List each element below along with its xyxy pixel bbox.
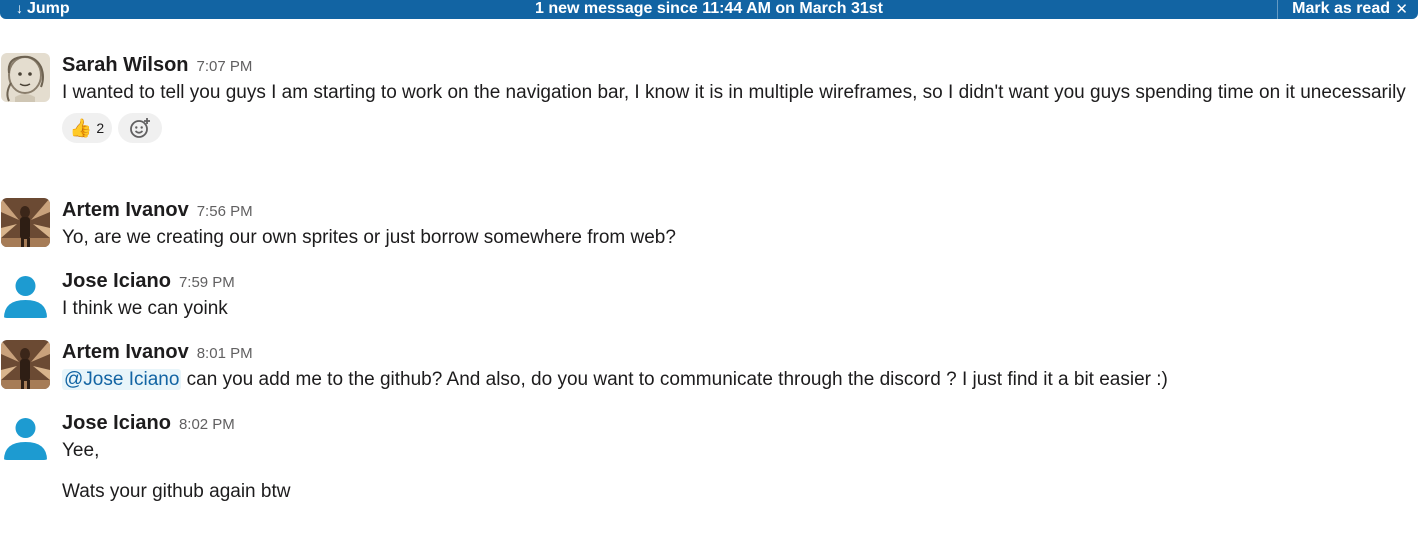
- close-icon[interactable]: ✕: [1395, 1, 1408, 18]
- message-body: Artem Ivanov 7:56 PM Yo, are we creating …: [62, 198, 1410, 252]
- author-name[interactable]: Artem Ivanov: [62, 341, 189, 363]
- avatar[interactable]: [1, 411, 50, 460]
- author-name[interactable]: Sarah Wilson: [62, 54, 189, 76]
- thumbs-up-emoji: 👍: [69, 118, 93, 138]
- photo-avatar: [1, 198, 50, 247]
- message-text: Yo, are we creating our own sprites or j…: [62, 227, 676, 248]
- thumbs-up-reaction[interactable]: 👍 2: [62, 113, 112, 143]
- sketch-portrait-avatar: [1, 53, 50, 102]
- timestamp[interactable]: 7:56 PM: [197, 203, 253, 220]
- jump-button[interactable]: ↓ Jump: [16, 0, 70, 17]
- message-body: Sarah Wilson 7:07 PM I wanted to tell you…: [62, 53, 1410, 143]
- timestamp[interactable]: 7:07 PM: [197, 58, 253, 75]
- mark-as-read-label: Mark as read: [1292, 0, 1390, 17]
- avatar[interactable]: [1, 53, 50, 102]
- new-messages-banner: ↓ Jump 1 new message since 11:44 AM on M…: [0, 0, 1418, 19]
- default-user-avatar: [1, 269, 50, 318]
- message-text: I think we can yoink: [62, 298, 228, 319]
- author-name[interactable]: Jose Iciano: [62, 270, 171, 292]
- timestamp[interactable]: 7:59 PM: [179, 274, 235, 291]
- message-text: @Jose Iciano can you add me to the githu…: [62, 365, 1410, 394]
- reaction-count: 2: [96, 120, 105, 136]
- author-name[interactable]: Artem Ivanov: [62, 199, 189, 221]
- message-text: I wanted to tell you guys I am starting …: [62, 82, 1406, 103]
- mark-as-read-button[interactable]: Mark as read ✕: [1277, 0, 1418, 19]
- avatar[interactable]: [1, 198, 50, 247]
- timestamp[interactable]: 8:01 PM: [197, 345, 253, 362]
- message-body: Jose Iciano 8:02 PM Yee, Wats your github…: [62, 411, 1410, 506]
- message-body: Jose Iciano 7:59 PM I think we can yoink: [62, 269, 1410, 323]
- avatar[interactable]: [1, 340, 50, 389]
- author-name[interactable]: Jose Iciano: [62, 412, 171, 434]
- message-body: Artem Ivanov 8:01 PM @Jose Iciano can you…: [62, 340, 1410, 394]
- add-reaction-icon: [130, 118, 150, 138]
- message-text: Yee,: [62, 440, 100, 461]
- avatar[interactable]: [1, 269, 50, 318]
- user-mention[interactable]: @Jose Iciano: [62, 369, 182, 390]
- message-pane: ↓ Jump 1 new message since 11:44 AM on M…: [0, 0, 1422, 541]
- default-user-avatar: [1, 411, 50, 460]
- add-reaction-button[interactable]: [118, 113, 162, 143]
- reactions-bar: 👍 2: [62, 113, 1410, 143]
- jump-label: Jump: [27, 0, 70, 17]
- arrow-down-icon: ↓: [16, 0, 23, 16]
- timestamp[interactable]: 8:02 PM: [179, 416, 235, 433]
- message-text: Wats your github again btw: [62, 481, 291, 502]
- new-message-text: 1 new message since 11:44 AM on March 31…: [534, 0, 883, 17]
- photo-avatar: [1, 340, 50, 389]
- message-text-rest: can you add me to the github? And also, …: [181, 369, 1168, 390]
